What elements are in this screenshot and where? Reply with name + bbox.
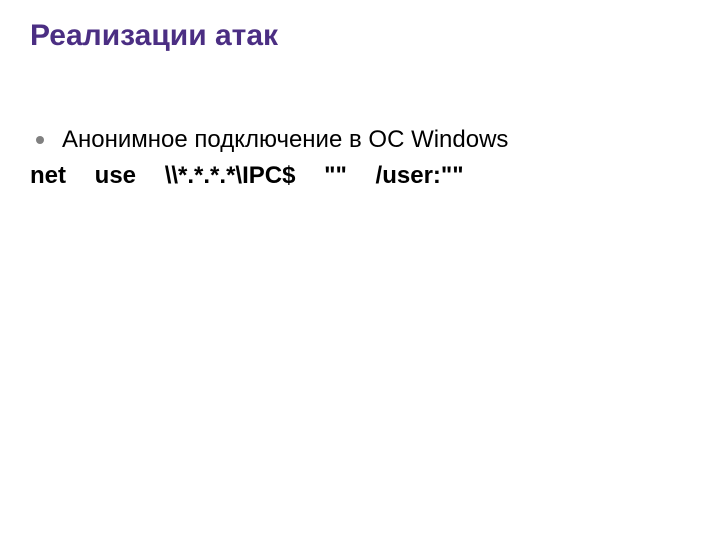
cmd-part-pass: "" [324, 162, 347, 189]
bullet-dot-icon [36, 136, 44, 144]
command-line: net use \\*.*.*.*\IPC$ "" /user:"" [30, 160, 690, 192]
cmd-part-path: \\*.*.*.*\IPC$ [165, 162, 296, 189]
slide-body: Анонимное подключение в ОС Windows net u… [30, 124, 690, 193]
slide: Реализации атак Анонимное подключение в … [0, 0, 720, 540]
bullet-text: Анонимное подключение в ОС Windows [62, 124, 508, 156]
slide-title: Реализации атак [30, 18, 690, 54]
cmd-part-user: /user:"" [376, 162, 464, 189]
bullet-item: Анонимное подключение в ОС Windows [36, 124, 690, 156]
cmd-part-net: net [30, 162, 66, 189]
cmd-part-use: use [95, 162, 136, 189]
